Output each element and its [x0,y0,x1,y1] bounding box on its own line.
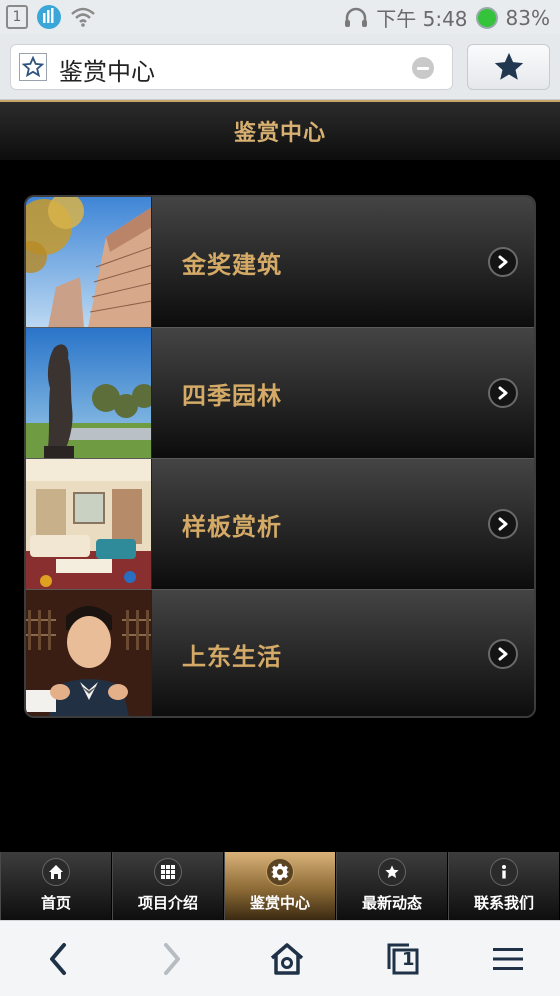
chevron-right-icon [488,378,518,408]
bookmark-button[interactable] [467,44,550,90]
tab-label: 鉴赏中心 [249,894,310,912]
tab-count: 1 [402,949,415,970]
tab-project-intro[interactable]: 项目介绍 [112,852,224,920]
building-photo [26,197,152,327]
info-icon [490,858,518,886]
menu-item-label: 四季园林 [182,381,282,410]
gallery-menu: 金奖建筑 四季园林 样板赏析 上东生活 [24,195,536,718]
page-title: 鉴赏中心 [233,121,326,146]
address-bar[interactable]: 鉴赏中心 [10,44,453,90]
status-time: 下午 5:48 [376,7,468,31]
chevron-right-icon [488,247,518,277]
menu-item-golden-architecture[interactable]: 金奖建筑 [26,197,534,328]
home-icon [42,858,70,886]
menu-button[interactable] [484,935,532,983]
bookmark-outline-icon[interactable] [19,53,47,81]
garden-statue-photo [26,328,152,458]
gear-icon [266,858,294,886]
menu-item-label: 样板赏析 [182,512,282,541]
star-icon [494,52,523,80]
browser-toolbar: 鉴赏中心 [0,34,560,100]
chevron-right-icon [488,509,518,539]
menu-item-model-appreciation[interactable]: 样板赏析 [26,459,534,590]
status-bar: 1 下午 5:48 83% [0,0,560,34]
forward-button[interactable] [148,935,196,983]
living-room-photo [26,459,152,589]
signal-icon [37,5,61,29]
star-icon [378,858,406,886]
page-header: 鉴赏中心 [0,100,560,160]
boy-portrait-photo [26,590,152,716]
home-icon [270,943,304,975]
tab-label: 首页 [40,894,71,912]
battery-percent: 83% [505,5,550,30]
battery-icon [475,6,498,29]
tab-label: 项目介绍 [137,894,198,912]
tab-label: 联系我们 [473,894,534,912]
bottom-tab-bar: 首页 项目介绍 鉴赏中心 最新动态 联系我们 [0,852,560,920]
menu-item-seasonal-garden[interactable]: 四季园林 [26,328,534,459]
home-button[interactable] [263,935,311,983]
back-button[interactable] [34,935,82,983]
menu-item-shangdong-life[interactable]: 上东生活 [26,590,534,716]
menu-item-label: 金奖建筑 [182,250,282,279]
tab-gallery-center[interactable]: 鉴赏中心 [224,852,336,920]
browser-nav-bar: 1 [0,920,560,996]
tab-label: 最新动态 [361,894,422,912]
menu-icon [493,948,523,970]
tab-contact-us[interactable]: 联系我们 [448,852,560,920]
menu-item-label: 上东生活 [182,642,282,671]
tab-latest-news[interactable]: 最新动态 [336,852,448,920]
address-text[interactable]: 鉴赏中心 [59,52,155,87]
grid-icon [154,858,182,886]
back-icon [50,943,66,975]
wifi-icon [71,7,95,27]
chevron-right-icon [488,639,518,669]
sim-icon: 1 [6,5,28,29]
tab-home[interactable]: 首页 [0,852,112,920]
clear-icon[interactable] [412,57,434,79]
forward-icon [164,943,180,975]
headset-icon [345,7,368,27]
tabs-button[interactable]: 1 [379,935,427,983]
